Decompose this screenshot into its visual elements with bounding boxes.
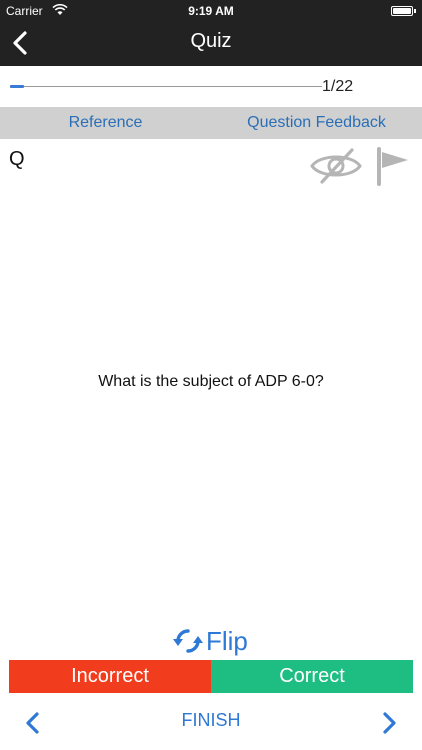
bottom-nav: FINISH [0, 700, 422, 742]
correct-button[interactable]: Correct [211, 660, 413, 693]
status-bar: Carrier 9:19 AM [0, 0, 422, 22]
reference-link[interactable]: Reference [0, 107, 211, 139]
reference-bar: Reference Question Feedback [0, 107, 422, 139]
eye-slash-icon[interactable] [308, 146, 364, 186]
battery-tip [414, 9, 416, 13]
flag-icon[interactable] [374, 146, 412, 186]
battery-icon [391, 6, 413, 16]
answer-row: Incorrect Correct [9, 660, 413, 693]
progress-track [10, 86, 322, 87]
flip-label: Flip [206, 625, 248, 656]
finish-button[interactable]: FINISH [0, 710, 422, 731]
question-text: What is the subject of ADP 6-0? [98, 373, 324, 390]
incorrect-button[interactable]: Incorrect [9, 660, 211, 693]
progress-count: 1/22 [322, 78, 354, 95]
progress-fill [10, 85, 25, 88]
header: Carrier 9:19 AM Quiz [0, 0, 422, 66]
card-side-label: Q [9, 148, 25, 170]
status-time: 9:19 AM [188, 4, 234, 18]
flip-button[interactable]: Flip [172, 624, 248, 658]
question-feedback-link[interactable]: Question Feedback [211, 107, 422, 139]
page-title: Quiz [190, 30, 232, 52]
flip-arrows-icon [173, 629, 203, 653]
next-button[interactable] [378, 710, 400, 736]
progress-area: 1/22 [0, 66, 422, 106]
